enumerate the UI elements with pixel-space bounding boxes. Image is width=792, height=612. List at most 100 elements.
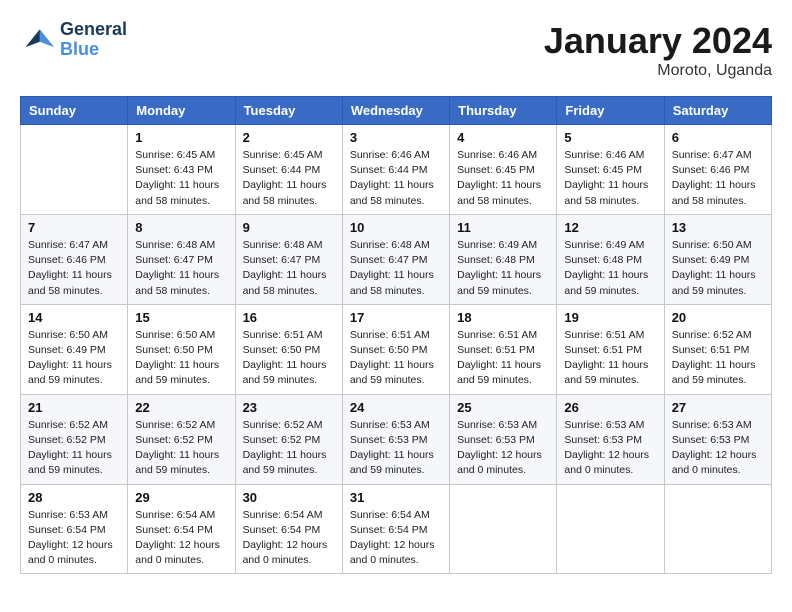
day-number: 21 (28, 400, 120, 415)
calendar-cell: 28 Sunrise: 6:53 AMSunset: 6:54 PMDayligh… (21, 484, 128, 574)
day-number: 18 (457, 310, 549, 325)
day-info: Sunrise: 6:50 AMSunset: 6:49 PMDaylight:… (28, 328, 120, 389)
day-number: 11 (457, 220, 549, 235)
day-info: Sunrise: 6:52 AMSunset: 6:51 PMDaylight:… (672, 328, 764, 389)
day-number: 15 (135, 310, 227, 325)
calendar-cell: 11 Sunrise: 6:49 AMSunset: 6:48 PMDayligh… (450, 214, 557, 304)
calendar-week-row: 28 Sunrise: 6:53 AMSunset: 6:54 PMDayligh… (21, 484, 772, 574)
day-info: Sunrise: 6:51 AMSunset: 6:50 PMDaylight:… (243, 328, 335, 389)
calendar-week-row: 7 Sunrise: 6:47 AMSunset: 6:46 PMDaylight… (21, 214, 772, 304)
calendar-cell (557, 484, 664, 574)
day-number: 17 (350, 310, 442, 325)
calendar-cell: 19 Sunrise: 6:51 AMSunset: 6:51 PMDayligh… (557, 304, 664, 394)
logo: General​ Blue (20, 20, 127, 60)
location: Moroto, Uganda (544, 62, 772, 80)
day-info: Sunrise: 6:46 AMSunset: 6:45 PMDaylight:… (457, 148, 549, 209)
calendar-table: SundayMondayTuesdayWednesdayThursdayFrid… (20, 96, 772, 574)
logo-icon (20, 22, 56, 58)
day-info: Sunrise: 6:53 AMSunset: 6:53 PMDaylight:… (350, 418, 442, 479)
calendar-cell: 24 Sunrise: 6:53 AMSunset: 6:53 PMDayligh… (342, 394, 449, 484)
calendar-week-row: 1 Sunrise: 6:45 AMSunset: 6:43 PMDaylight… (21, 125, 772, 215)
day-number: 31 (350, 490, 442, 505)
weekday-header-cell: Wednesday (342, 97, 449, 125)
day-info: Sunrise: 6:50 AMSunset: 6:50 PMDaylight:… (135, 328, 227, 389)
calendar-cell: 5Sunrise: 6:46 AMSunset: 6:45 PMDaylight… (557, 125, 664, 215)
day-info: Sunrise: 6:48 AMSunset: 6:47 PMDaylight:… (350, 238, 442, 299)
month-title: January 2024 (544, 20, 772, 62)
day-info: Sunrise: 6:45 AMSunset: 6:43 PMDaylight:… (135, 148, 227, 209)
day-number: 4 (457, 130, 549, 145)
day-number: 25 (457, 400, 549, 415)
day-number: 28 (28, 490, 120, 505)
page-header: General​ Blue January 2024 Moroto, Ugand… (20, 20, 772, 80)
day-number: 30 (243, 490, 335, 505)
calendar-cell (450, 484, 557, 574)
calendar-cell: 2Sunrise: 6:45 AMSunset: 6:44 PMDaylight… (235, 125, 342, 215)
calendar-cell: 7 Sunrise: 6:47 AMSunset: 6:46 PMDaylight… (21, 214, 128, 304)
calendar-cell: 26Sunrise: 6:53 AMSunset: 6:53 PMDayligh… (557, 394, 664, 484)
calendar-cell (21, 125, 128, 215)
calendar-cell: 6Sunrise: 6:47 AMSunset: 6:46 PMDaylight… (664, 125, 771, 215)
title-block: January 2024 Moroto, Uganda (544, 20, 772, 80)
day-info: Sunrise: 6:52 AMSunset: 6:52 PMDaylight:… (243, 418, 335, 479)
calendar-cell: 16Sunrise: 6:51 AMSunset: 6:50 PMDayligh… (235, 304, 342, 394)
day-number: 19 (564, 310, 656, 325)
weekday-header-cell: Thursday (450, 97, 557, 125)
day-info: Sunrise: 6:54 AMSunset: 6:54 PMDaylight:… (350, 508, 442, 569)
day-info: Sunrise: 6:53 AMSunset: 6:54 PMDaylight:… (28, 508, 120, 569)
calendar-cell: 15 Sunrise: 6:50 AMSunset: 6:50 PMDayligh… (128, 304, 235, 394)
day-info: Sunrise: 6:51 AMSunset: 6:51 PMDaylight:… (457, 328, 549, 389)
day-info: Sunrise: 6:46 AMSunset: 6:44 PMDaylight:… (350, 148, 442, 209)
day-number: 10 (350, 220, 442, 235)
day-info: Sunrise: 6:51 AMSunset: 6:50 PMDaylight:… (350, 328, 442, 389)
calendar-cell: 18 Sunrise: 6:51 AMSunset: 6:51 PMDayligh… (450, 304, 557, 394)
day-number: 20 (672, 310, 764, 325)
calendar-cell: 20 Sunrise: 6:52 AMSunset: 6:51 PMDayligh… (664, 304, 771, 394)
day-info: Sunrise: 6:47 AMSunset: 6:46 PMDaylight:… (672, 148, 764, 209)
calendar-cell: 4 Sunrise: 6:46 AMSunset: 6:45 PMDaylight… (450, 125, 557, 215)
weekday-header-cell: Saturday (664, 97, 771, 125)
calendar-cell: 31 Sunrise: 6:54 AMSunset: 6:54 PMDayligh… (342, 484, 449, 574)
calendar-body: 1 Sunrise: 6:45 AMSunset: 6:43 PMDaylight… (21, 125, 772, 574)
calendar-week-row: 21 Sunrise: 6:52 AMSunset: 6:52 PMDayligh… (21, 394, 772, 484)
calendar-cell: 22Sunrise: 6:52 AMSunset: 6:52 PMDayligh… (128, 394, 235, 484)
day-info: Sunrise: 6:50 AMSunset: 6:49 PMDaylight:… (672, 238, 764, 299)
calendar-cell: 17 Sunrise: 6:51 AMSunset: 6:50 PMDayligh… (342, 304, 449, 394)
day-number: 14 (28, 310, 120, 325)
day-info: Sunrise: 6:49 AMSunset: 6:48 PMDaylight:… (457, 238, 549, 299)
calendar-week-row: 14 Sunrise: 6:50 AMSunset: 6:49 PMDayligh… (21, 304, 772, 394)
day-number: 9 (243, 220, 335, 235)
calendar-cell: 10 Sunrise: 6:48 AMSunset: 6:47 PMDayligh… (342, 214, 449, 304)
day-info: Sunrise: 6:52 AMSunset: 6:52 PMDaylight:… (135, 418, 227, 479)
day-info: Sunrise: 6:54 AMSunset: 6:54 PMDaylight:… (243, 508, 335, 569)
calendar-cell: 27Sunrise: 6:53 AMSunset: 6:53 PMDayligh… (664, 394, 771, 484)
day-info: Sunrise: 6:53 AMSunset: 6:53 PMDaylight:… (672, 418, 764, 479)
weekday-header-cell: Friday (557, 97, 664, 125)
calendar-cell: 8Sunrise: 6:48 AMSunset: 6:47 PMDaylight… (128, 214, 235, 304)
day-info: Sunrise: 6:53 AMSunset: 6:53 PMDaylight:… (457, 418, 549, 479)
calendar-cell: 30 Sunrise: 6:54 AMSunset: 6:54 PMDayligh… (235, 484, 342, 574)
calendar-cell: 12Sunrise: 6:49 AMSunset: 6:48 PMDayligh… (557, 214, 664, 304)
day-number: 7 (28, 220, 120, 235)
weekday-header-cell: Sunday (21, 97, 128, 125)
calendar-cell: 9Sunrise: 6:48 AMSunset: 6:47 PMDaylight… (235, 214, 342, 304)
day-number: 13 (672, 220, 764, 235)
day-number: 8 (135, 220, 227, 235)
day-info: Sunrise: 6:52 AMSunset: 6:52 PMDaylight:… (28, 418, 120, 479)
day-info: Sunrise: 6:47 AMSunset: 6:46 PMDaylight:… (28, 238, 120, 299)
calendar-cell: 23 Sunrise: 6:52 AMSunset: 6:52 PMDayligh… (235, 394, 342, 484)
day-number: 12 (564, 220, 656, 235)
day-info: Sunrise: 6:45 AMSunset: 6:44 PMDaylight:… (243, 148, 335, 209)
day-number: 1 (135, 130, 227, 145)
calendar-cell: 1 Sunrise: 6:45 AMSunset: 6:43 PMDaylight… (128, 125, 235, 215)
calendar-cell: 13 Sunrise: 6:50 AMSunset: 6:49 PMDayligh… (664, 214, 771, 304)
weekday-header-cell: Tuesday (235, 97, 342, 125)
day-number: 23 (243, 400, 335, 415)
day-info: Sunrise: 6:51 AMSunset: 6:51 PMDaylight:… (564, 328, 656, 389)
day-number: 29 (135, 490, 227, 505)
calendar-cell (664, 484, 771, 574)
weekday-header-cell: Monday (128, 97, 235, 125)
calendar-cell: 29Sunrise: 6:54 AMSunset: 6:54 PMDayligh… (128, 484, 235, 574)
day-number: 24 (350, 400, 442, 415)
calendar-cell: 25 Sunrise: 6:53 AMSunset: 6:53 PMDayligh… (450, 394, 557, 484)
